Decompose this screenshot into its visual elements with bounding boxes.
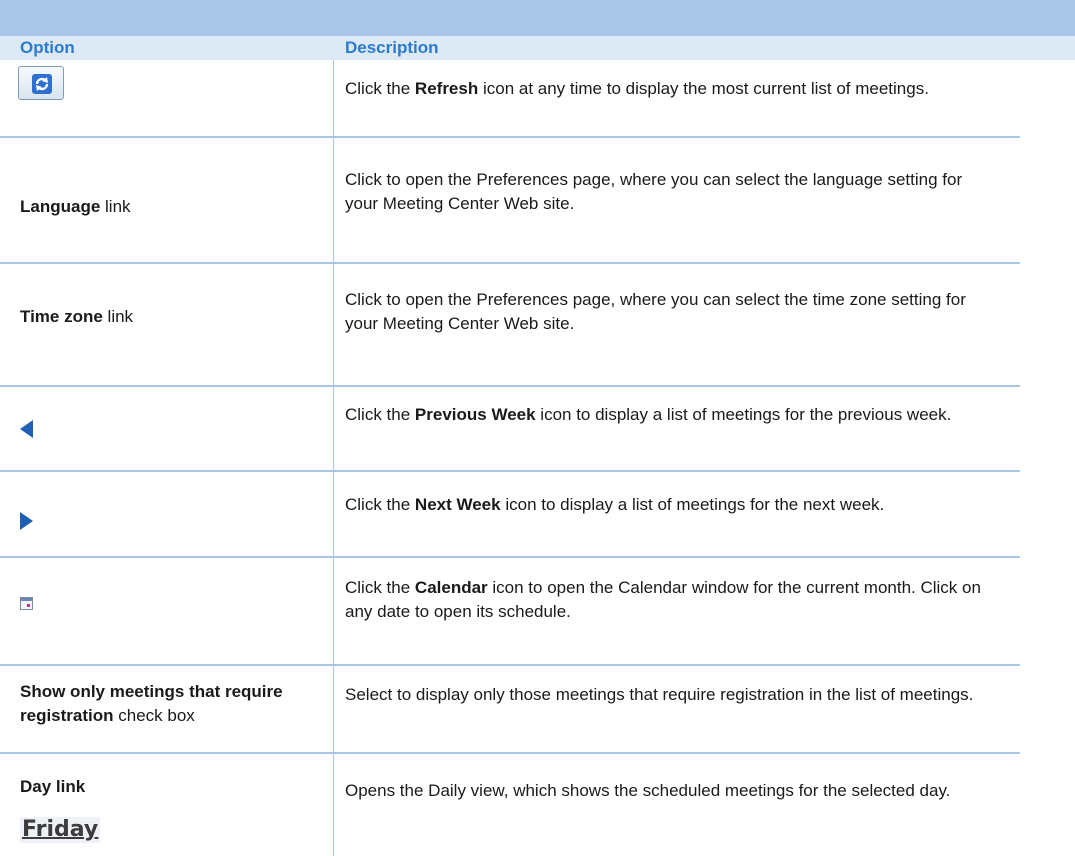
row-calendar-description: Click the Calendar icon to open the Cale… [345,578,981,621]
row-previous-week-description: Click the Previous Week icon to display … [345,405,952,424]
row-next-week-description: Click the Next Week icon to display a li… [345,495,885,514]
calendar-icon[interactable] [20,597,33,610]
header-option: Option [20,38,75,57]
column-divider [333,60,334,856]
row-divider [0,470,1020,472]
row-day-link-description: Opens the Daily view, which shows the sc… [345,781,951,800]
option-time-zone-link: Time zone link [20,307,134,326]
row-refresh-description: Click the Refresh icon at any time to di… [345,79,929,98]
row-divider [0,136,1020,138]
previous-week-icon[interactable] [20,420,33,438]
option-language-link: Language link [20,197,131,216]
row-divider [0,262,1020,264]
refresh-button[interactable] [18,66,64,100]
header-description: Description [345,38,439,57]
row-time-zone-description: Click to open the Preferences page, wher… [345,290,966,333]
table-top-bar [0,0,1075,36]
option-day-link: Day link [20,777,86,796]
row-language-description: Click to open the Preferences page, wher… [345,170,963,213]
row-divider [0,385,1020,387]
next-week-icon[interactable] [20,512,33,530]
table-header-row [0,36,1075,60]
refresh-icon [32,74,52,94]
row-divider [0,752,1020,754]
row-divider [0,664,1020,666]
row-divider [0,556,1020,558]
option-registration-checkbox: Show only meetings that require registra… [20,682,283,725]
row-registration-description: Select to display only those meetings th… [345,685,974,704]
friday-day-link[interactable]: Friday [20,817,101,843]
